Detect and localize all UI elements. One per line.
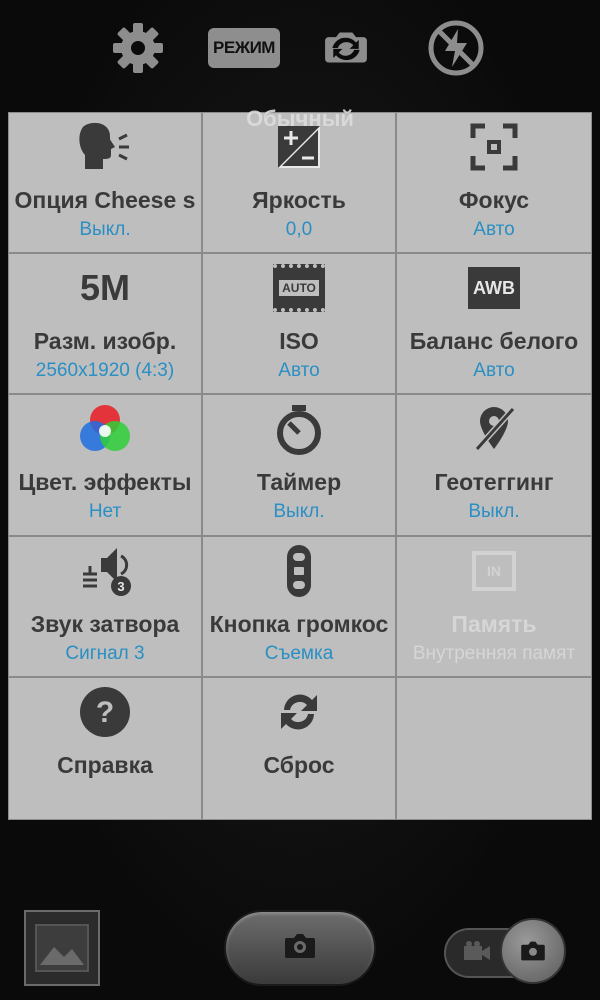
volume-key-icon [269,543,329,599]
camera-mode-icon[interactable] [500,918,566,984]
setting-title: Баланс белого [409,328,579,355]
setting-title: Яркость [252,187,346,213]
setting-image-size[interactable]: 5M Разм. изобр. 2560x1920 (4:3) [9,254,203,396]
setting-title: Опция Cheese s [14,187,196,213]
timer-icon [269,401,329,457]
svg-text:?: ? [96,696,114,729]
icon-text: AUTO [279,280,319,297]
setting-value: Нет [88,501,122,523]
top-toolbar: РЕЖИМ [0,0,600,100]
voice-command-icon [75,119,135,175]
settings-grid: Опция Cheese s Выкл. Яркость 0,0 Фокус А… [8,112,592,820]
setting-title: Геотеггинг [434,469,554,496]
setting-value: Выкл. [273,501,325,523]
mode-button[interactable]: РЕЖИМ [208,28,280,68]
mode-badge-label: РЕЖИМ [213,38,275,57]
setting-cheese[interactable]: Опция Cheese s Выкл. [9,113,203,255]
video-icon [462,940,492,969]
color-effects-icon [75,401,135,457]
setting-color-effects[interactable]: Цвет. эффекты Нет [9,395,203,537]
setting-title: Разм. изобр. [33,328,177,355]
switch-camera-icon[interactable] [316,18,376,78]
iso-auto-icon: AUTO [269,260,329,316]
setting-title: Фокус [458,187,530,213]
awb-icon: AWB [464,260,524,316]
resolution-5m-icon: 5M [75,260,135,316]
shutter-sound-icon: 3 [75,543,135,599]
setting-timer[interactable]: Таймер Выкл. [203,395,397,537]
setting-volume-key[interactable]: Кнопка громкос Съемка [203,536,397,678]
setting-geotagging[interactable]: Геотеггинг Выкл. [397,395,591,537]
flash-off-icon[interactable] [426,18,486,78]
setting-title: Память [451,610,537,637]
setting-white-balance[interactable]: AWB Баланс белого Авто [397,254,591,396]
empty-cell [397,677,591,819]
reset-icon [269,684,329,740]
gallery-thumbnail-icon[interactable] [24,910,100,986]
gear-icon[interactable] [108,18,168,78]
setting-focus[interactable]: Фокус Авто [397,113,591,255]
geotag-off-icon [464,401,524,457]
setting-value: Авто [473,360,515,382]
setting-value: Авто [473,219,515,240]
setting-value: 0,0 [285,219,313,240]
setting-iso[interactable]: AUTO ISO Авто [203,254,397,396]
storage-icon: IN [464,543,524,599]
setting-value: Выкл. [468,501,520,523]
bottom-toolbar [0,880,600,1000]
setting-shutter-sound[interactable]: 3 Звук затвора Сигнал 3 [9,536,203,678]
camera-video-switch[interactable] [444,918,566,984]
icon-text: AWB [473,277,515,298]
setting-value: Съемка [264,642,334,664]
setting-title: Сброс [263,751,335,778]
icon-text: 5M [79,267,130,309]
setting-help[interactable]: ? Справка [9,677,203,819]
setting-value: 2560x1920 (4:3) [35,360,175,382]
setting-value: Выкл. [79,219,131,240]
setting-title: Справка [57,751,153,778]
setting-title: Цвет. эффекты [18,469,192,496]
setting-title: ISO [279,328,319,355]
setting-title: Звук затвора [30,610,180,637]
shutter-button[interactable] [224,910,376,986]
setting-value: Сигнал 3 [65,642,145,664]
mode-label: Обычный [246,106,354,131]
focus-icon [464,119,524,175]
setting-value: Внутренняя памят [412,642,576,664]
setting-value: Авто [278,360,320,382]
help-icon: ? [75,684,135,740]
setting-title: Кнопка громкос [209,610,389,637]
icon-text: 3 [117,579,124,594]
setting-title: Таймер [256,469,342,496]
setting-storage[interactable]: IN Память Внутренняя памят [397,536,591,678]
icon-text: IN [487,562,501,579]
shutter-camera-icon [283,932,317,965]
setting-brightness[interactable]: Яркость 0,0 [203,113,397,255]
setting-reset[interactable]: Сброс [203,677,397,819]
